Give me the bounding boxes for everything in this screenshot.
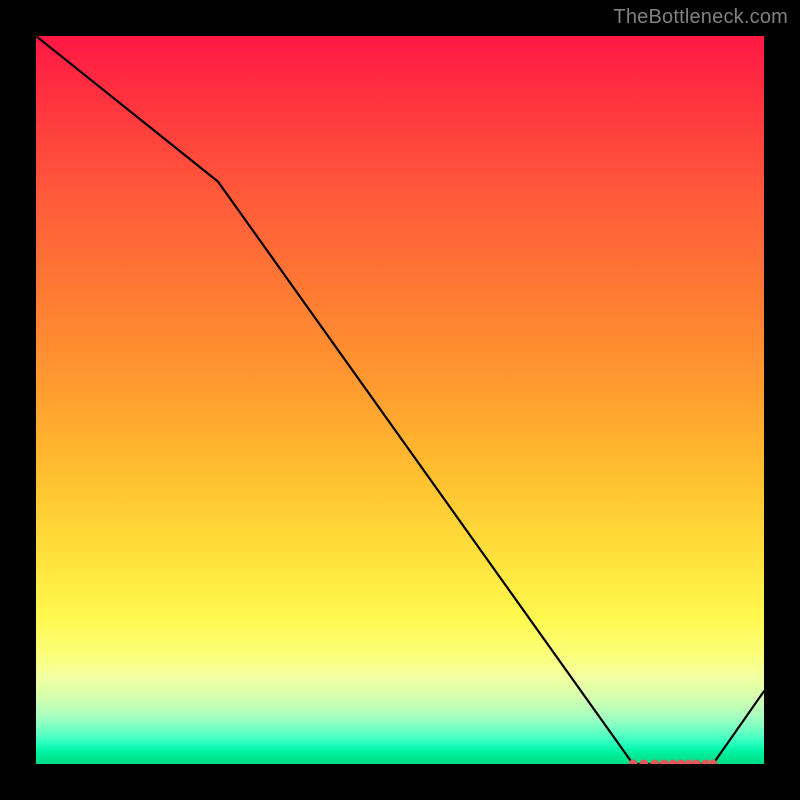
data-point-marker: [660, 760, 669, 765]
plot-area: [36, 36, 764, 764]
chart-line: [36, 36, 764, 764]
data-point-marker: [650, 760, 659, 765]
data-point-marker: [677, 760, 686, 765]
chart-frame: TheBottleneck.com: [0, 0, 800, 800]
data-point-marker: [669, 760, 678, 765]
chart-markers: [629, 760, 718, 765]
attribution-text: TheBottleneck.com: [613, 6, 788, 29]
data-point-marker: [639, 760, 648, 765]
data-point-marker: [692, 760, 701, 765]
chart-svg: [36, 36, 764, 764]
